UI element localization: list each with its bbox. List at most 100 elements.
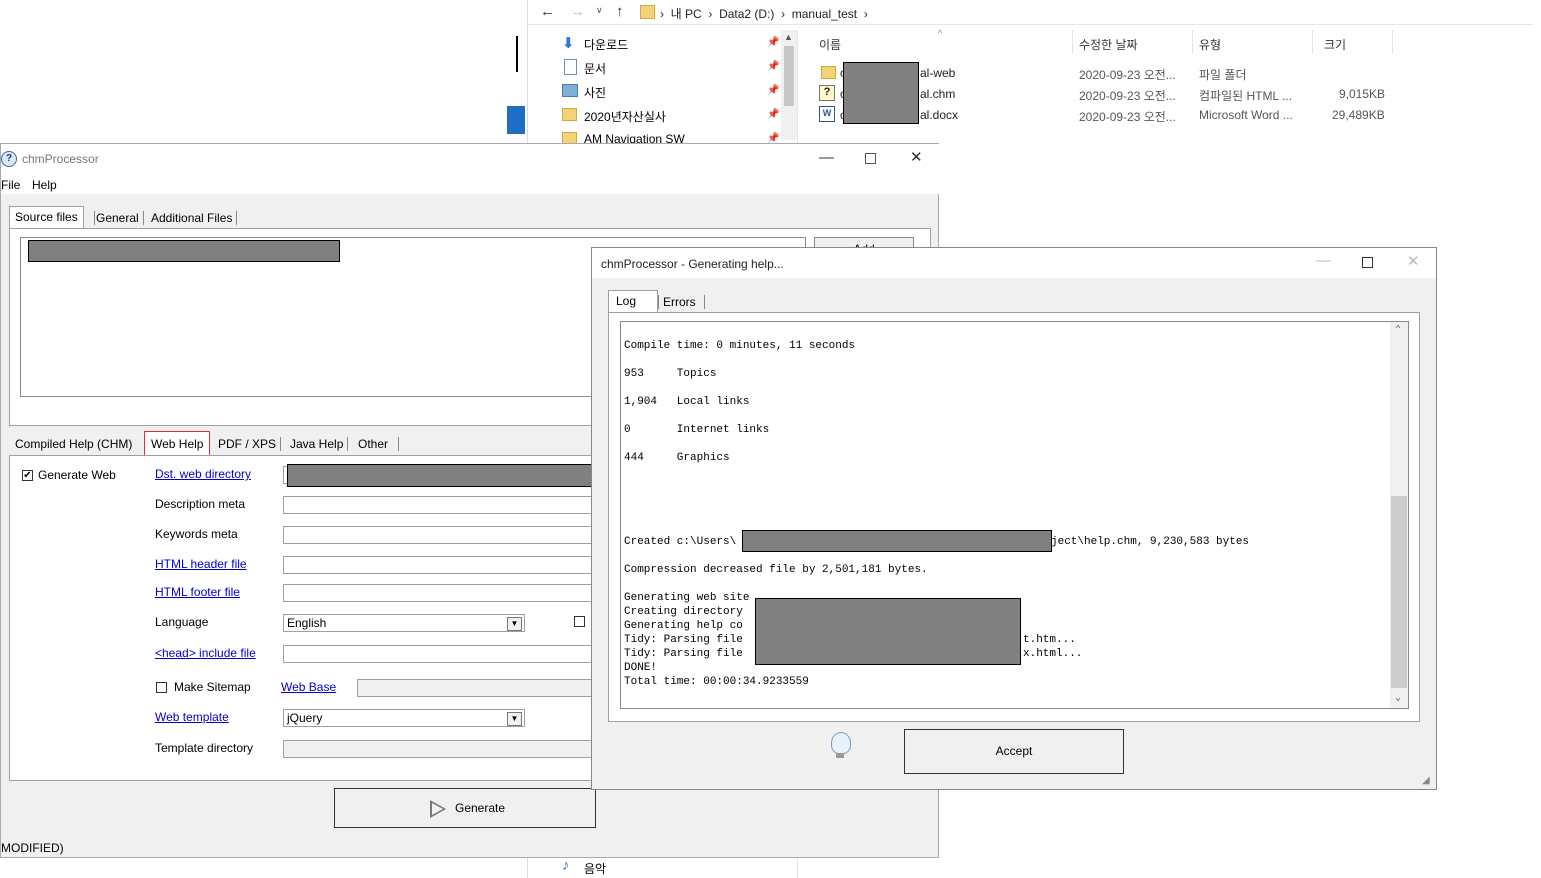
web-template-link[interactable]: Web template <box>155 710 229 724</box>
file-size: 29,489KB <box>1332 108 1385 122</box>
nav-item[interactable]: ♪ 음악 <box>562 857 782 878</box>
word-document-icon: W <box>819 106 835 122</box>
redacted-user-path <box>742 530 1052 552</box>
scroll-thumb[interactable] <box>784 46 794 106</box>
tab-compiled-help[interactable]: Compiled Help (CHM) <box>15 437 132 451</box>
generate-button[interactable]: Generate <box>334 788 596 828</box>
tab-source-files[interactable]: Source files <box>9 206 84 229</box>
html-footer-file-link[interactable]: HTML footer file <box>155 585 240 599</box>
keywords-meta-field[interactable] <box>283 526 603 544</box>
tab-label: Additional Files <box>151 211 233 225</box>
log-scrollbar[interactable]: ⌃ ⌄ <box>1390 322 1408 708</box>
html-footer-file-field[interactable] <box>283 584 603 602</box>
template-directory-field[interactable] <box>283 740 603 758</box>
redacted-file-names <box>843 62 919 124</box>
tab-java-help[interactable]: Java Help <box>290 437 349 451</box>
web-base-field[interactable] <box>357 679 603 697</box>
scroll-down-icon[interactable]: ⌄ <box>1395 692 1401 704</box>
tab-label: PDF / XPS <box>218 437 277 451</box>
html-header-file-field[interactable] <box>283 556 603 574</box>
menu-help[interactable]: Help <box>32 178 57 192</box>
back-arrow-icon[interactable]: ← <box>540 3 555 20</box>
maximize-icon[interactable] <box>1362 257 1373 268</box>
breadcrumb-item[interactable]: Data2 (D:) <box>719 7 774 21</box>
download-arrow-icon: ⬇ <box>562 35 575 52</box>
breadcrumb-item[interactable]: 내 PC <box>671 7 702 21</box>
dialog-tab-strip: Log Errors <box>608 290 1008 314</box>
scroll-up-icon[interactable]: ⌃ <box>1395 324 1401 336</box>
breadcrumb[interactable]: › 내 PC › Data2 (D:) › manual_test › <box>660 5 868 22</box>
tab-other[interactable]: Other <box>358 437 400 451</box>
tab-pdf-xps[interactable]: PDF / XPS <box>218 437 282 451</box>
column-divider[interactable] <box>1192 30 1193 54</box>
column-header-modified[interactable]: 수정한 날짜 <box>1079 36 1138 53</box>
nav-item[interactable]: ⬇ 다운로드 📌 <box>562 34 782 54</box>
menu-file[interactable]: File <box>1 178 20 192</box>
scroll-up-icon[interactable]: ▲ <box>784 32 793 42</box>
window-title: chmProcessor <box>22 152 99 166</box>
tab-label: Web Help <box>151 437 204 451</box>
web-base-link[interactable]: Web Base <box>281 680 336 694</box>
description-meta-field[interactable] <box>283 496 603 514</box>
top-tab-strip: Source files General Additional Files <box>9 206 569 230</box>
tab-additional-files[interactable]: Additional Files <box>151 211 238 225</box>
tab-label: Source files <box>15 210 78 224</box>
column-header-size[interactable]: 크기 <box>1324 36 1346 53</box>
option-checkbox[interactable] <box>574 616 585 627</box>
dialog-title-bar: chmProcessor - Generating help... — ✕ <box>592 248 1436 278</box>
tab-general[interactable]: General <box>94 211 144 225</box>
nav-item[interactable]: 문서 📌 <box>562 58 782 78</box>
up-arrow-icon[interactable]: ↑ <box>616 3 624 20</box>
dst-web-directory-link[interactable]: Dst. web directory <box>155 467 251 481</box>
web-template-value: jQuery <box>287 711 323 725</box>
redacted-dst-directory <box>287 464 600 487</box>
tab-log[interactable]: Log <box>608 290 658 313</box>
minimize-icon[interactable]: — <box>819 150 834 165</box>
head-include-file-link[interactable]: <head> include file <box>155 646 256 660</box>
status-text: MODIFIED) <box>1 841 64 855</box>
folder-icon <box>821 66 836 79</box>
maximize-icon[interactable] <box>865 153 876 164</box>
web-template-select[interactable]: jQuery ▼ <box>283 709 525 727</box>
html-header-file-link[interactable]: HTML header file <box>155 557 247 571</box>
nav-item[interactable]: 사진 📌 <box>562 82 782 102</box>
accept-button[interactable]: Accept <box>904 729 1124 774</box>
title-bar: ? chmProcessor — ✕ <box>1 144 939 174</box>
nav-scrollbar[interactable]: ▲ <box>781 30 797 140</box>
breadcrumb-separator-icon: › <box>660 7 664 21</box>
column-divider[interactable] <box>1072 30 1073 54</box>
status-bar: MODIFIED) <box>1 837 939 858</box>
recent-dropdown-icon[interactable]: ∨ <box>596 5 603 16</box>
resize-grip-icon[interactable]: ◢ <box>1422 775 1430 786</box>
column-header-name[interactable]: 이름 <box>819 36 841 53</box>
make-sitemap-checkbox[interactable] <box>156 682 167 693</box>
column-divider[interactable] <box>1392 30 1393 54</box>
redacted-log-block <box>755 598 1021 665</box>
redacted-source-path <box>28 240 340 262</box>
close-icon[interactable]: ✕ <box>1407 254 1420 269</box>
chevron-down-icon: ▼ <box>507 712 522 726</box>
column-divider[interactable] <box>1312 30 1313 54</box>
nav-item[interactable]: 2020년자산실사 📌 <box>562 106 782 126</box>
language-select[interactable]: English ▼ <box>283 614 525 632</box>
keywords-meta-label: Keywords meta <box>155 527 238 541</box>
breadcrumb-item[interactable]: manual_test <box>792 7 857 21</box>
nav-item-label: 문서 <box>584 62 607 76</box>
log-line: DONE! <box>624 662 658 674</box>
column-header-type[interactable]: 유형 <box>1199 36 1221 53</box>
pin-icon: 📌 <box>767 109 780 120</box>
close-icon[interactable]: ✕ <box>910 150 923 165</box>
generate-web-checkbox[interactable]: ✔ <box>22 470 33 481</box>
scroll-thumb[interactable] <box>1391 496 1407 688</box>
nav-item[interactable]: AM Navigation SW 📌 <box>562 130 782 144</box>
dialog-title: chmProcessor - Generating help... <box>601 257 784 271</box>
menu-bar: File Help <box>1 174 939 194</box>
log-line: 953 Topics <box>624 368 717 380</box>
make-sitemap-label: Make Sitemap <box>174 680 251 694</box>
forward-arrow-icon[interactable]: → <box>570 3 585 20</box>
tab-errors[interactable]: Errors <box>658 295 705 309</box>
minimize-icon[interactable]: — <box>1316 253 1331 268</box>
file-modified: 2020-09-23 오전... <box>1079 110 1176 124</box>
head-include-file-field[interactable] <box>283 645 603 663</box>
file-modified: 2020-09-23 오전... <box>1079 68 1176 82</box>
